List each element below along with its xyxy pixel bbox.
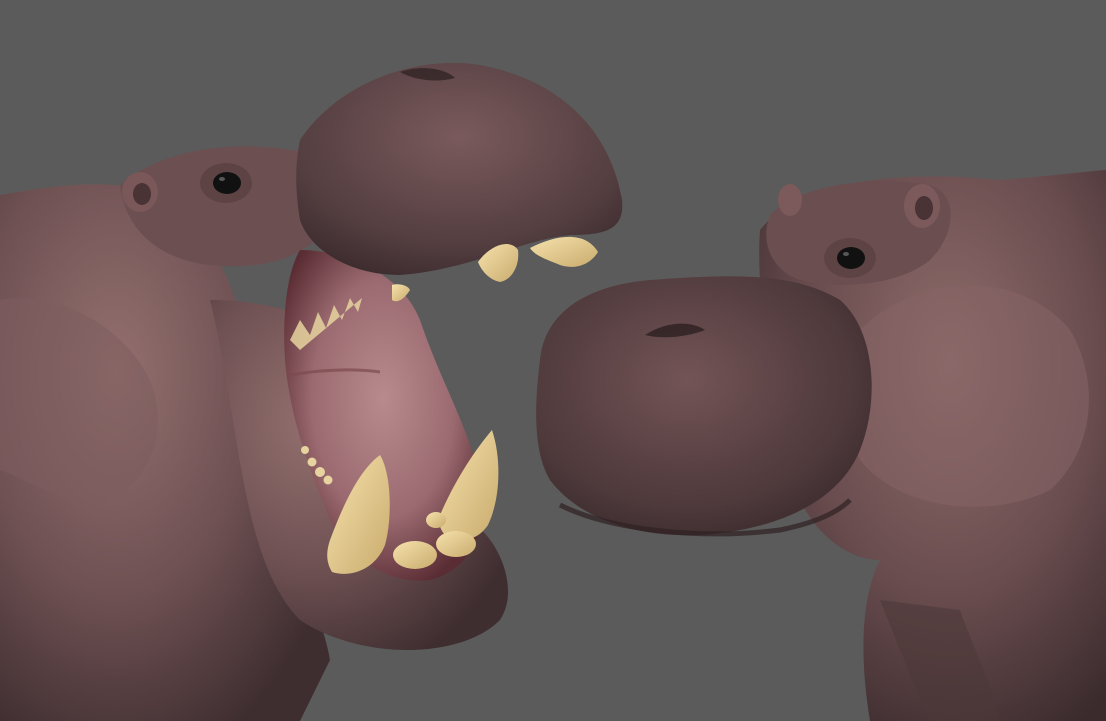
left-upper-tusk-1 [530,236,598,267]
hippo-render [0,62,1106,721]
right-hippo-ear-2 [778,184,802,216]
hippo-closed-mouth [536,170,1106,721]
hippo-open-mouth [0,62,623,721]
right-hippo-snout [536,276,872,536]
right-hippo-eye [837,247,865,269]
left-hippo-eye [213,172,241,194]
sculpt-render-viewport [0,0,1106,721]
